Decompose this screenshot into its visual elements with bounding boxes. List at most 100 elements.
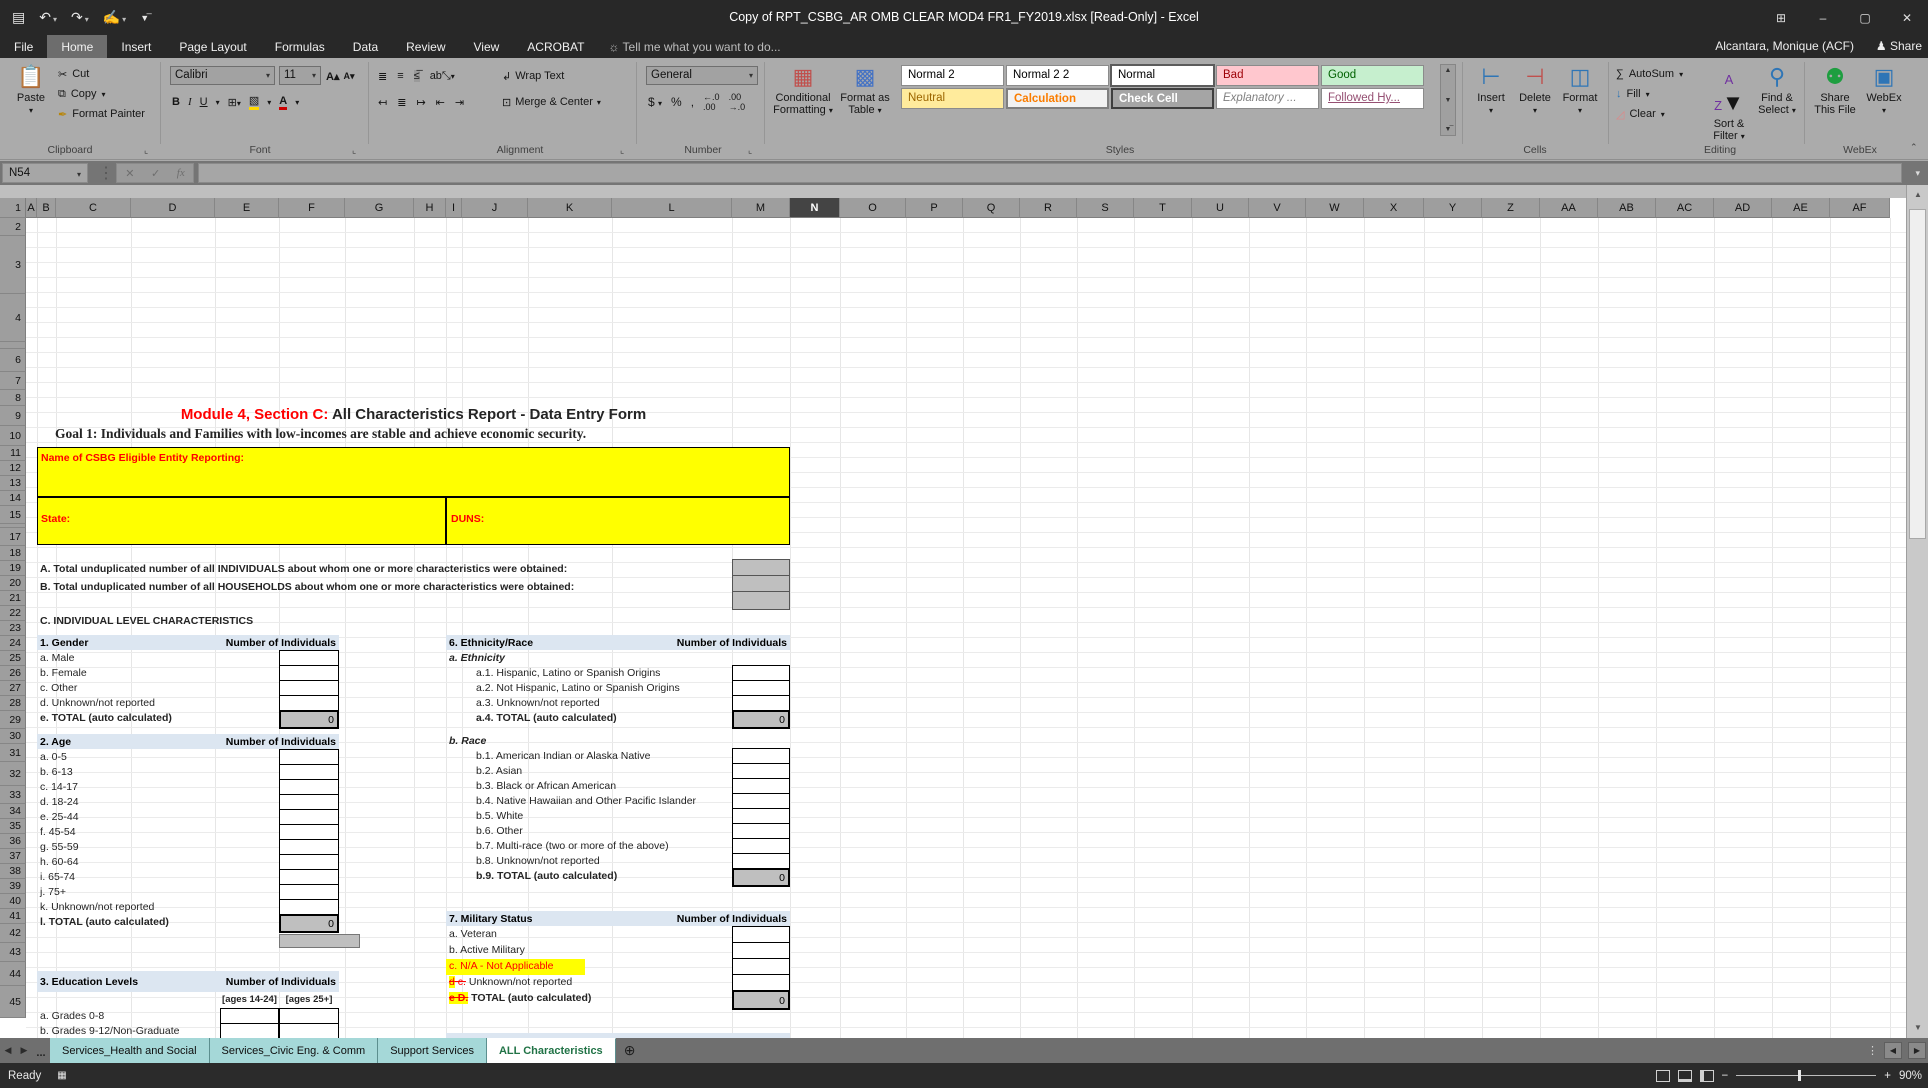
input-cell-age-2[interactable] bbox=[279, 779, 339, 795]
sheet-tab-all-characteristics[interactable]: ALL Characteristics bbox=[487, 1038, 616, 1063]
align-left-icon[interactable]: ↤ bbox=[378, 96, 387, 109]
sheet-nav-more-icon[interactable]: ... bbox=[32, 1038, 50, 1063]
zoom-level[interactable]: 90% bbox=[1899, 1070, 1922, 1082]
input-cell-age-1[interactable] bbox=[279, 764, 339, 780]
total-individuals-input[interactable] bbox=[732, 559, 790, 576]
formula-input[interactable] bbox=[198, 163, 1902, 183]
scroll-down-icon[interactable]: ▼ bbox=[1907, 1020, 1928, 1036]
format-as-table-button[interactable]: ▩ Format as Table ▾ bbox=[836, 62, 894, 140]
underline-button[interactable]: U bbox=[200, 96, 208, 108]
collapse-ribbon-icon[interactable]: ⌃ bbox=[1910, 142, 1918, 153]
sort-filter-button[interactable]: AZ▼ Sort & Filter ▾ bbox=[1706, 62, 1752, 140]
zoom-in-icon[interactable]: + bbox=[1884, 1070, 1891, 1082]
zoom-out-icon[interactable]: − bbox=[1722, 1070, 1729, 1082]
input-cell-ethnicity-1[interactable] bbox=[732, 665, 790, 681]
total-cell-age[interactable]: 0 bbox=[279, 914, 339, 933]
clear-button[interactable]: ◿ Clear ▾ bbox=[1616, 104, 1683, 124]
duns-cell[interactable]: DUNS: bbox=[446, 497, 790, 545]
alignment-dialog-launcher-icon[interactable]: ⌞ bbox=[620, 145, 624, 156]
page-break-view-icon[interactable] bbox=[1700, 1070, 1714, 1082]
input-cell-age-3[interactable] bbox=[279, 794, 339, 810]
ribbon-display-options-icon[interactable]: ⊞ bbox=[1760, 0, 1802, 35]
total-cell-military[interactable]: 0 bbox=[732, 990, 790, 1010]
style-explanatory-[interactable]: Explanatory ... bbox=[1216, 88, 1319, 109]
sheet-nav-right-icon[interactable]: ▶ bbox=[16, 1038, 32, 1063]
vertical-scroll-thumb[interactable] bbox=[1909, 209, 1926, 539]
input-cell-race-5[interactable] bbox=[732, 808, 790, 824]
align-center-icon[interactable]: ≣ bbox=[397, 96, 406, 109]
ribbon-tab-acrobat[interactable]: ACROBAT bbox=[513, 35, 598, 58]
merge-center-button[interactable]: ⊡ Merge & Center ▾ bbox=[502, 92, 601, 112]
input-cell-military-1[interactable] bbox=[732, 942, 790, 959]
input-cell-ethnicity-2[interactable] bbox=[732, 680, 790, 696]
zoom-slider-thumb[interactable] bbox=[1798, 1070, 1801, 1081]
font-name-select[interactable]: Calibri▾ bbox=[170, 66, 275, 85]
style-followed-hy-[interactable]: Followed Hy... bbox=[1321, 88, 1424, 109]
share-this-file-button[interactable]: ⚉ Share This File bbox=[1810, 62, 1860, 140]
total-households-input[interactable] bbox=[732, 575, 790, 592]
entity-name-cell[interactable]: Name of CSBG Eligible Entity Reporting: bbox=[37, 447, 790, 497]
minimize-button[interactable]: – bbox=[1802, 0, 1844, 35]
page-layout-view-icon[interactable] bbox=[1678, 1070, 1692, 1082]
input-cell-age-7[interactable] bbox=[279, 854, 339, 870]
close-button[interactable]: ✕ bbox=[1886, 0, 1928, 35]
input-cell-age-8[interactable] bbox=[279, 869, 339, 885]
ribbon-tab-file[interactable]: File bbox=[0, 35, 47, 58]
input-cell-race-8[interactable] bbox=[732, 853, 790, 869]
font-size-select[interactable]: 11▾ bbox=[279, 66, 321, 85]
sheet-tab-support-services[interactable]: Support Services bbox=[378, 1038, 487, 1063]
restore-button[interactable]: ▢ bbox=[1844, 0, 1886, 35]
total-cell-gender[interactable]: 0 bbox=[279, 710, 339, 729]
orientation-icon[interactable]: ab⤡▾ bbox=[430, 70, 455, 83]
increase-decimal-icon[interactable]: ←.0.00 bbox=[703, 92, 720, 112]
italic-button[interactable]: I bbox=[188, 96, 192, 108]
hscroll-left-icon[interactable]: ◀ bbox=[1884, 1042, 1902, 1059]
input-cell-gender-0[interactable] bbox=[279, 650, 339, 666]
style-normal-2-2[interactable]: Normal 2 2 bbox=[1006, 65, 1109, 86]
delete-cells-button[interactable]: ⊣ Delete▾ bbox=[1514, 62, 1556, 140]
accounting-format-icon[interactable]: $ ▾ bbox=[648, 95, 662, 109]
total-cell-ethnicity[interactable]: 0 bbox=[732, 710, 790, 729]
ribbon-tab-insert[interactable]: Insert bbox=[107, 35, 165, 58]
name-box[interactable]: N54▾ bbox=[2, 163, 88, 183]
scroll-up-icon[interactable]: ▲ bbox=[1907, 187, 1928, 203]
conditional-formatting-button[interactable]: ▦ Conditional Formatting ▾ bbox=[772, 62, 834, 140]
style-calculation[interactable]: Calculation bbox=[1006, 88, 1109, 109]
input-cell-gender-1[interactable] bbox=[279, 665, 339, 681]
paste-button[interactable]: 📋 Paste▾ bbox=[8, 62, 54, 140]
cut-button[interactable]: ✂ Cut bbox=[58, 64, 145, 84]
input-cell-race-7[interactable] bbox=[732, 838, 790, 854]
align-top-icon[interactable]: ≣ bbox=[378, 70, 387, 83]
fill-button[interactable]: ↓ Fill ▾ bbox=[1616, 84, 1683, 104]
input-cell-age-10[interactable] bbox=[279, 899, 339, 915]
share-button[interactable]: ♟ Share bbox=[1876, 35, 1922, 58]
align-bottom-icon[interactable]: ≤̅ bbox=[414, 70, 420, 82]
enter-icon[interactable]: ✓ bbox=[151, 167, 160, 180]
ribbon-tab-page-layout[interactable]: Page Layout bbox=[165, 35, 260, 58]
font-dialog-launcher-icon[interactable]: ⌞ bbox=[352, 145, 356, 156]
input-cell-ethnicity-3[interactable] bbox=[732, 695, 790, 711]
new-sheet-icon[interactable]: ⊕ bbox=[616, 1038, 644, 1063]
input-cell-race-2[interactable] bbox=[732, 763, 790, 779]
cancel-icon[interactable]: ✕ bbox=[125, 167, 134, 180]
sheet-nav-left-icon[interactable]: ◀ bbox=[0, 1038, 16, 1063]
copy-button[interactable]: ⧉ Copy ▾ bbox=[58, 84, 145, 104]
sheet-tab-services-health-and-social[interactable]: Services_Health and Social bbox=[50, 1038, 210, 1063]
input-cell-race-6[interactable] bbox=[732, 823, 790, 839]
autosum-button[interactable]: ∑ AutoSum ▾ bbox=[1616, 64, 1683, 84]
ribbon-tab-formulas[interactable]: Formulas bbox=[261, 35, 339, 58]
styles-gallery-scroll[interactable]: ▲▼▼̅ bbox=[1440, 64, 1456, 136]
style-normal-2[interactable]: Normal 2 bbox=[901, 65, 1004, 86]
find-select-button[interactable]: ⚲ Find & Select ▾ bbox=[1754, 62, 1800, 140]
ribbon-tab-review[interactable]: Review bbox=[392, 35, 459, 58]
macro-record-icon[interactable]: ▦ bbox=[57, 1070, 66, 1081]
ribbon-tab-view[interactable]: View bbox=[460, 35, 514, 58]
spare-gray-cell[interactable] bbox=[732, 591, 790, 610]
tell-me-box[interactable]: ☼ Tell me what you want to do... bbox=[598, 36, 790, 58]
align-right-icon[interactable]: ↦ bbox=[416, 96, 425, 109]
normal-view-icon[interactable] bbox=[1656, 1070, 1670, 1082]
insert-function-icon[interactable]: fx bbox=[177, 167, 185, 179]
borders-icon[interactable]: ⊞▾ bbox=[228, 96, 241, 109]
ribbon-tab-data[interactable]: Data bbox=[339, 35, 392, 58]
decrease-decimal-icon[interactable]: .00→.0 bbox=[729, 92, 746, 112]
